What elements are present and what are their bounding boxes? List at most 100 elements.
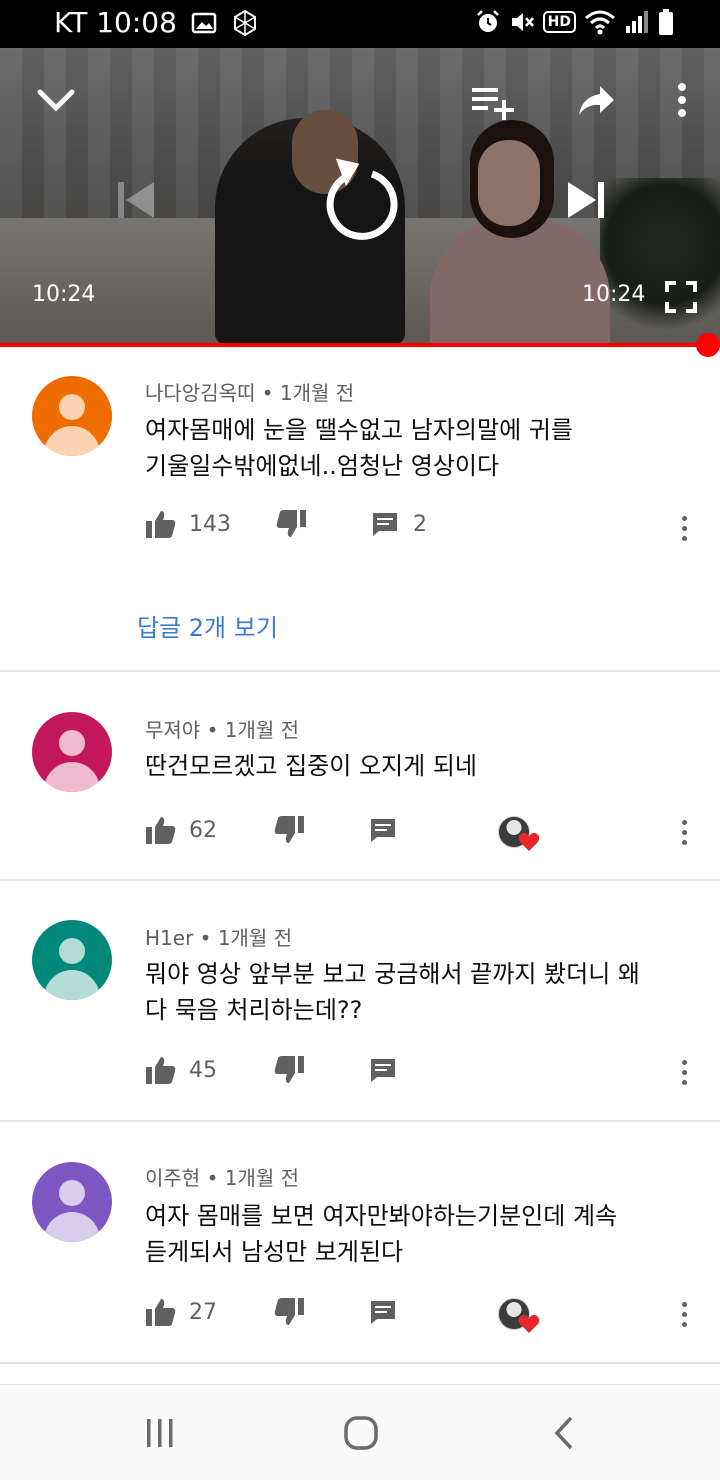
comment-meta: 무져야 • 1개월 전 bbox=[145, 718, 300, 742]
status-bar: KT 10:08 HD bbox=[0, 0, 720, 48]
comment-more-button[interactable] bbox=[670, 510, 698, 546]
comment-author[interactable]: 나다앙김옥띠 bbox=[145, 381, 255, 405]
divider bbox=[0, 1362, 720, 1364]
thumb-down-icon bbox=[274, 1298, 304, 1325]
dislike-button[interactable] bbox=[273, 1055, 305, 1085]
duration: 10:24 bbox=[582, 282, 646, 307]
dislike-button[interactable] bbox=[273, 815, 305, 845]
recent-apps-icon bbox=[147, 1419, 173, 1447]
comment-age: 1개월 전 bbox=[224, 1166, 300, 1190]
comment-author[interactable]: 이주현 bbox=[145, 1166, 200, 1190]
like-button[interactable]: 62 bbox=[145, 815, 217, 845]
reply-button[interactable] bbox=[369, 1056, 397, 1084]
avatar[interactable] bbox=[32, 920, 112, 1000]
back-button[interactable] bbox=[534, 1407, 594, 1459]
like-count: 27 bbox=[189, 1299, 217, 1325]
home-icon bbox=[344, 1416, 378, 1450]
more-vert-icon bbox=[681, 515, 687, 521]
comment-age: 1개월 전 bbox=[224, 718, 300, 742]
thumb-down-icon bbox=[274, 816, 304, 843]
avatar[interactable] bbox=[32, 376, 112, 456]
divider bbox=[0, 879, 720, 881]
comment-icon bbox=[373, 513, 397, 536]
more-vert-icon bbox=[681, 1059, 687, 1065]
comment-text: 여자 몸매를 보면 여자만봐야하는기분인데 계속 듣게되서 남성만 보게된다 bbox=[145, 1202, 618, 1266]
dislike-button[interactable] bbox=[275, 509, 307, 539]
previous-icon bbox=[118, 182, 154, 218]
view-replies-link[interactable]: 답글 2개 보기 bbox=[137, 608, 278, 643]
back-icon bbox=[554, 1416, 573, 1450]
chevron-down-icon[interactable] bbox=[34, 82, 78, 118]
heart-icon bbox=[518, 1314, 540, 1333]
mute-icon bbox=[511, 13, 534, 31]
like-button[interactable]: 45 bbox=[145, 1055, 217, 1085]
comment-actions: 45 bbox=[145, 1052, 397, 1088]
hd-icon: HD bbox=[542, 11, 576, 33]
thumb-up-icon bbox=[146, 1299, 176, 1326]
comment-actions: 27 bbox=[145, 1294, 397, 1330]
progress-bar[interactable] bbox=[0, 343, 720, 347]
comment-actions: 143 2 bbox=[145, 506, 427, 542]
comment-text: 뭐야 영상 앞부분 보고 궁금해서 끝까지 봤더니 왜 다 묵음 처리하는데?? bbox=[145, 960, 641, 1024]
comment-item: H1er • 1개월 전 뭐야 영상 앞부분 보고 궁금해서 끝까지 봤더니 왜… bbox=[0, 908, 720, 1120]
creator-heart-badge bbox=[498, 1298, 542, 1338]
like-button[interactable]: 143 bbox=[145, 509, 231, 539]
more-vert-icon bbox=[681, 819, 687, 825]
thumb-up-icon bbox=[146, 511, 176, 538]
fullscreen-icon[interactable] bbox=[664, 280, 698, 314]
system-nav-bar bbox=[0, 1384, 720, 1480]
more-vert-icon bbox=[681, 1301, 687, 1307]
comment-meta: 이주현 • 1개월 전 bbox=[145, 1166, 300, 1190]
comment-meta: H1er • 1개월 전 bbox=[145, 926, 293, 950]
comment-icon bbox=[371, 1301, 395, 1324]
divider bbox=[0, 670, 720, 672]
alarm-icon bbox=[476, 10, 499, 32]
video-player[interactable]: 10:24 10:24 bbox=[0, 48, 720, 344]
comment-item: 나다앙김옥띠 • 1개월 전 여자몸매에 눈을 땔수없고 남자의말에 귀를 기울… bbox=[0, 360, 720, 670]
avatar[interactable] bbox=[32, 712, 112, 792]
reply-button[interactable] bbox=[369, 816, 397, 844]
comment-actions: 62 bbox=[145, 812, 397, 848]
carrier-time: KT 10:08 bbox=[54, 6, 177, 39]
home-button[interactable] bbox=[331, 1407, 391, 1459]
comment-meta: 나다앙김옥띠 • 1개월 전 bbox=[145, 381, 355, 405]
more-vert-icon[interactable] bbox=[670, 82, 694, 122]
comment-more-button[interactable] bbox=[670, 1296, 698, 1332]
next-icon[interactable] bbox=[564, 178, 608, 222]
replay-icon[interactable] bbox=[318, 156, 404, 246]
recent-apps-button[interactable] bbox=[130, 1407, 190, 1459]
add-to-playlist-icon[interactable] bbox=[470, 82, 516, 122]
comment-age: 1개월 전 bbox=[217, 926, 293, 950]
app-icon bbox=[233, 9, 256, 36]
wifi-icon bbox=[585, 10, 615, 35]
reply-count: 2 bbox=[413, 511, 427, 537]
avatar[interactable] bbox=[32, 1162, 112, 1242]
thumb-down-icon bbox=[276, 510, 306, 537]
like-count: 143 bbox=[189, 511, 231, 537]
like-button[interactable]: 27 bbox=[145, 1297, 217, 1327]
battery-icon bbox=[659, 9, 673, 35]
share-icon[interactable] bbox=[576, 80, 616, 120]
comment-author[interactable]: H1er bbox=[145, 926, 193, 950]
dislike-button[interactable] bbox=[273, 1297, 305, 1327]
comment-item: 이주현 • 1개월 전 여자 몸매를 보면 여자만봐야하는기분인데 계속 듣게되… bbox=[0, 1150, 720, 1362]
comment-icon bbox=[371, 1059, 395, 1082]
comment-text: 여자몸매에 눈을 땔수없고 남자의말에 귀를 기울일수밖에없네..엄청난 영상이… bbox=[145, 416, 573, 480]
comment-more-button[interactable] bbox=[670, 814, 698, 850]
progress-scrubber[interactable] bbox=[696, 333, 720, 357]
thumb-up-icon bbox=[146, 817, 176, 844]
reply-button[interactable]: 2 bbox=[371, 510, 427, 538]
comment-item: 무져야 • 1개월 전 딴건모르겠고 집중이 오지게 되네 62 bbox=[0, 700, 720, 880]
current-time: 10:24 bbox=[32, 282, 96, 307]
like-count: 62 bbox=[189, 817, 217, 843]
comment-text: 딴건모르겠고 집중이 오지게 되네 bbox=[145, 752, 478, 780]
reply-button[interactable] bbox=[369, 1298, 397, 1326]
heart-icon bbox=[518, 832, 540, 851]
comment-more-button[interactable] bbox=[670, 1054, 698, 1090]
thumb-up-icon bbox=[146, 1057, 176, 1084]
creator-heart-badge bbox=[498, 816, 542, 856]
thumb-down-icon bbox=[274, 1056, 304, 1083]
comment-author[interactable]: 무져야 bbox=[145, 718, 200, 742]
comment-icon bbox=[371, 819, 395, 842]
divider bbox=[0, 1120, 720, 1122]
